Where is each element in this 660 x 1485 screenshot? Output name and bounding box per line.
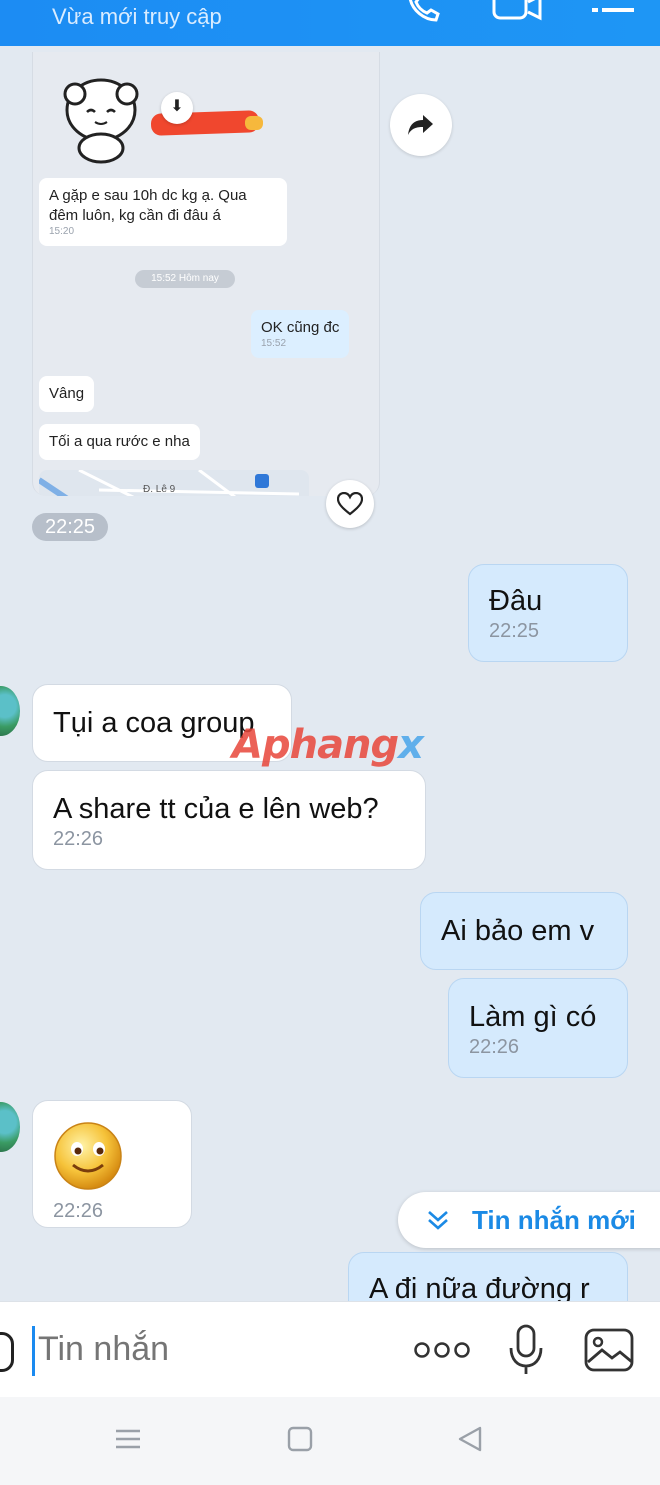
message-time: 22:25 xyxy=(489,620,540,642)
forwarded-message-time: 15:20 xyxy=(49,226,75,237)
message-text: Làm gì có xyxy=(469,1001,597,1033)
double-chevron-down-icon xyxy=(428,1211,448,1230)
date-separator: 15:52 Hôm nay xyxy=(135,270,235,288)
emoji-icon[interactable] xyxy=(0,1332,14,1372)
forwarded-message: A gặp e sau 10h dc kg ạ. Qua đêm luôn, k… xyxy=(39,178,287,246)
message-list[interactable]: ⬇ A gặp e sau 10h dc kg ạ. Qua đêm luôn,… xyxy=(0,46,660,1301)
chat-header: Vừa mới truy cập xyxy=(0,0,660,46)
like-button[interactable] xyxy=(326,480,374,528)
forwarded-message-text: A gặp e sau 10h dc kg ạ. Qua đêm luôn, k… xyxy=(49,187,247,224)
time-divider: 22:25 xyxy=(32,513,108,541)
forwarded-message-time: 15:52 xyxy=(261,338,287,349)
map-thumbnail: Đ. Lê 9 xyxy=(39,470,309,496)
back-icon[interactable] xyxy=(456,1425,484,1453)
menu-icon[interactable] xyxy=(590,0,636,24)
video-icon[interactable] xyxy=(492,0,544,24)
watermark-logo: Aphangx xyxy=(232,722,424,768)
message-bubble-incoming[interactable]: 22:26 xyxy=(32,1100,192,1228)
forwarded-message: OK cũng đc 15:52 xyxy=(251,310,350,358)
presence-status: Vừa mới truy cập xyxy=(52,4,222,29)
download-icon[interactable]: ⬇ xyxy=(161,92,193,124)
forwarded-message: Vâng xyxy=(39,376,95,412)
composer-bar xyxy=(0,1301,660,1397)
message-bubble-outgoing[interactable]: A đi nữa đường r xyxy=(348,1252,628,1301)
map-street-label: Đ. Lê 9 xyxy=(143,484,176,495)
forwarded-message-text: OK cũng đc xyxy=(261,319,340,336)
message-bubble-outgoing[interactable]: Làm gì có 22:26 xyxy=(448,978,628,1078)
forwarded-message-text: Tối a qua rước e nha xyxy=(49,433,190,450)
avatar[interactable] xyxy=(0,1102,20,1152)
new-messages-label: Tin nhắn mới xyxy=(472,1204,636,1235)
message-text: Ai bảo em v xyxy=(441,915,595,947)
message-input[interactable] xyxy=(38,1330,398,1369)
home-icon[interactable] xyxy=(286,1425,314,1453)
phone-icon[interactable] xyxy=(404,0,444,24)
system-nav-bar xyxy=(0,1397,660,1485)
sticker-image xyxy=(63,78,139,164)
message-time: 22:26 xyxy=(53,1200,104,1222)
forwarded-screenshot[interactable]: ⬇ A gặp e sau 10h dc kg ạ. Qua đêm luôn,… xyxy=(32,52,380,496)
forwarded-message: Tối a qua rước e nha xyxy=(39,424,200,460)
more-options-icon[interactable] xyxy=(414,1340,470,1360)
message-bubble-outgoing[interactable]: Ai bảo em v xyxy=(420,892,628,970)
new-messages-button[interactable]: Tin nhắn mới xyxy=(398,1192,660,1248)
avatar[interactable] xyxy=(0,686,20,736)
microphone-icon[interactable] xyxy=(508,1324,544,1376)
message-bubble-incoming[interactable]: A share tt của e lên web? 22:26 xyxy=(32,770,426,870)
message-bubble-outgoing[interactable]: Đâu 22:25 xyxy=(468,564,628,662)
recent-apps-icon[interactable] xyxy=(114,1425,142,1453)
share-arrow-icon xyxy=(408,115,433,135)
message-time: 22:26 xyxy=(469,1036,520,1058)
message-text: A share tt của e lên web? xyxy=(53,793,379,825)
message-text: A đi nữa đường r xyxy=(369,1273,590,1301)
message-text: Đâu xyxy=(489,585,543,617)
message-time: 22:26 xyxy=(53,828,104,850)
forward-button[interactable] xyxy=(390,94,452,156)
smiley-emoji-icon xyxy=(54,1122,122,1190)
redaction-mark xyxy=(245,116,263,130)
forwarded-message-text: Vâng xyxy=(49,385,85,402)
image-gallery-icon[interactable] xyxy=(584,1328,636,1374)
text-cursor xyxy=(32,1326,35,1376)
heart-icon xyxy=(337,492,363,516)
